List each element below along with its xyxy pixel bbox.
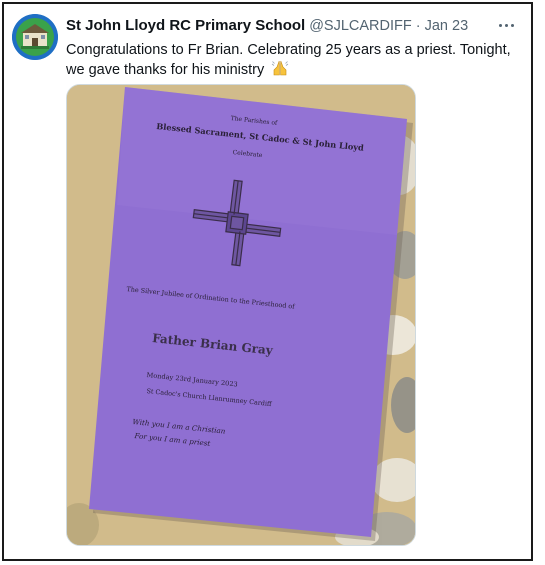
more-options-button[interactable] [495, 16, 517, 34]
leaflet-line-celebrate: Celebrate [232, 149, 263, 160]
leaflet-line-quote-2: For you I am a priest [134, 431, 211, 448]
separator-dot: · [415, 18, 421, 34]
timestamp[interactable]: Jan 23 [425, 18, 469, 34]
tweet-body: Congratulations to Fr Brian. Celebrating… [66, 40, 526, 80]
school-logo-icon [12, 14, 58, 60]
leaflet-line-parishes-of: The Parishes of [230, 115, 278, 127]
more-options-icon-dot [504, 23, 508, 27]
leaflet-text-layer: The Parishes of Blessed Sacrament, St Ca… [67, 85, 415, 545]
leaflet-line-date: Monday 23rd January 2023 [146, 371, 239, 389]
author-name[interactable]: St John Lloyd RC Primary School [66, 17, 305, 34]
avatar[interactable] [12, 14, 58, 60]
author-handle[interactable]: @SJLCARDIFF [309, 18, 412, 34]
tweet-card[interactable]: St John Lloyd RC Primary School @SJLCARD… [2, 2, 533, 561]
more-options-icon-dot [510, 23, 514, 27]
leaflet-line-silver-jubilee: The Silver Jubilee of Ordination to the … [126, 285, 295, 311]
tweet-photo[interactable]: The Parishes of Blessed Sacrament, St Ca… [66, 84, 416, 546]
leaflet-line-venue: St Cadoc's Church Llanrumney Cardiff [146, 387, 272, 409]
leaflet-line-name: Father Brian Gray [151, 331, 274, 358]
tweet-header: St John Lloyd RC Primary School @SJLCARD… [66, 17, 521, 37]
more-options-icon [498, 23, 502, 27]
leaflet-line-parishes: Blessed Sacrament, St Cadoc & St John Ll… [155, 121, 365, 153]
folded-hands-icon [271, 60, 289, 76]
